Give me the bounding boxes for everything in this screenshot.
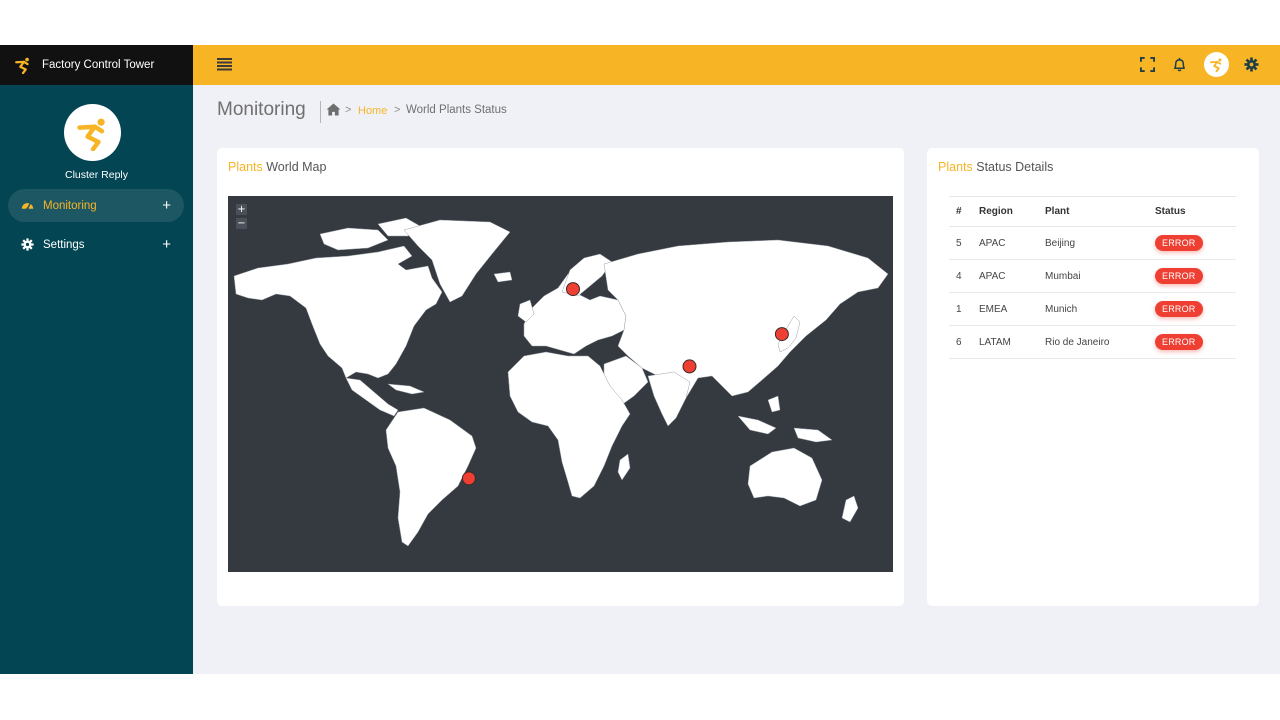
status-badge: ERROR	[1155, 301, 1203, 317]
breadcrumb-current: World Plants Status	[406, 104, 507, 116]
status-badge: ERROR	[1155, 235, 1203, 251]
card-title-accent: Plants	[938, 160, 973, 174]
cell-plant: Beijing	[1045, 226, 1155, 260]
bell-icon[interactable]	[1172, 57, 1187, 72]
table-row[interactable]: 6 LATAM Rio de Janeiro ERROR	[949, 325, 1236, 359]
breadcrumb-home-link[interactable]: Home	[358, 105, 387, 117]
plant-marker[interactable]	[461, 471, 476, 486]
gear-icon[interactable]	[1244, 57, 1259, 72]
southeast-asia-islands	[767, 395, 781, 413]
status-badge: ERROR	[1155, 268, 1203, 284]
column-header-region[interactable]: Region	[979, 196, 1045, 227]
india	[647, 371, 691, 427]
world-map-canvas	[233, 217, 889, 547]
cell-status: ERROR	[1155, 325, 1236, 359]
plant-status-table: # Region Plant Status 5 APAC Beijing ERR…	[949, 196, 1236, 359]
breadcrumb-separator: >	[394, 104, 401, 116]
table-row[interactable]: 1 EMEA Munich ERROR	[949, 292, 1236, 326]
cell-plant: Mumbai	[1045, 259, 1155, 293]
cell-number: 6	[949, 325, 979, 359]
logo-icon	[15, 57, 29, 74]
expand-plus-icon[interactable]: +	[162, 237, 171, 252]
north-america	[233, 245, 443, 379]
plant-marker[interactable]	[774, 327, 789, 342]
madagascar	[617, 453, 631, 481]
user-name: Cluster Reply	[64, 169, 129, 181]
user-avatar[interactable]	[64, 104, 121, 161]
continents	[233, 217, 889, 547]
australia	[747, 447, 823, 507]
status-badge: ERROR	[1155, 334, 1203, 350]
plant-marker[interactable]	[566, 282, 580, 297]
sidebar-item-settings[interactable]: Settings +	[8, 228, 184, 261]
runner-logo-icon	[76, 118, 105, 151]
zoom-out-button[interactable]: −	[236, 218, 247, 229]
new-guinea	[793, 427, 833, 443]
card-title: Plants World Map	[228, 160, 326, 174]
top-bar	[193, 45, 1280, 85]
breadcrumb-separator: >	[345, 104, 352, 116]
runner-logo-icon	[1209, 58, 1222, 72]
title-divider	[320, 101, 321, 123]
table-header-row: # Region Plant Status	[949, 196, 1236, 227]
cell-number: 5	[949, 226, 979, 260]
cell-status: ERROR	[1155, 226, 1236, 260]
page-title: Monitoring	[217, 99, 306, 120]
world-map-card: Plants World Map + −	[217, 148, 904, 606]
plant-marker[interactable]	[682, 359, 697, 374]
cell-plant: Rio de Janeiro	[1045, 325, 1155, 359]
arctic-islands	[319, 227, 389, 251]
sidebar: Factory Control Tower Cluster Reply Moni…	[0, 45, 193, 674]
cell-plant: Munich	[1045, 292, 1155, 326]
brand-name: Factory Control Tower	[42, 59, 155, 71]
column-header-plant[interactable]: Plant	[1045, 196, 1155, 227]
card-title: Plants Status Details	[938, 160, 1053, 174]
world-map[interactable]: + −	[228, 196, 893, 572]
sidebar-item-label: Monitoring	[43, 199, 97, 212]
sidebar-item-label: Settings	[43, 238, 85, 251]
table-row[interactable]: 5 APAC Beijing ERROR	[949, 226, 1236, 260]
card-title-rest: World Map	[266, 160, 327, 174]
cell-status: ERROR	[1155, 259, 1236, 293]
card-title-accent: Plants	[228, 160, 263, 174]
column-header-status[interactable]: Status	[1155, 196, 1236, 227]
status-details-card: Plants Status Details # Region Plant Sta…	[927, 148, 1259, 606]
cell-region: APAC	[979, 259, 1045, 293]
asia	[603, 239, 889, 411]
home-icon[interactable]	[326, 103, 341, 116]
cell-region: APAC	[979, 226, 1045, 260]
brand-bar[interactable]: Factory Control Tower	[0, 45, 193, 85]
new-zealand	[841, 495, 859, 523]
table-row[interactable]: 4 APAC Mumbai ERROR	[949, 259, 1236, 293]
southeast-asia-islands	[737, 415, 777, 435]
sidebar-item-monitoring[interactable]: Monitoring +	[8, 189, 184, 222]
gear-icon	[21, 238, 34, 251]
fullscreen-expand-icon[interactable]	[1140, 57, 1155, 72]
cell-number: 1	[949, 292, 979, 326]
iceland	[493, 271, 513, 283]
cell-region: LATAM	[979, 325, 1045, 359]
caribbean	[387, 383, 425, 395]
column-header-number[interactable]: #	[949, 196, 979, 227]
user-menu-avatar[interactable]	[1204, 52, 1229, 77]
central-america	[345, 377, 399, 417]
zoom-in-button[interactable]: +	[236, 204, 247, 215]
cell-number: 4	[949, 259, 979, 293]
dashboard-icon	[21, 203, 34, 211]
cell-region: EMEA	[979, 292, 1045, 326]
app-shell: Factory Control Tower Cluster Reply Moni…	[0, 45, 1280, 674]
cell-status: ERROR	[1155, 292, 1236, 326]
card-title-rest: Status Details	[976, 160, 1054, 174]
expand-plus-icon[interactable]: +	[162, 198, 171, 213]
menu-icon[interactable]	[217, 57, 232, 71]
